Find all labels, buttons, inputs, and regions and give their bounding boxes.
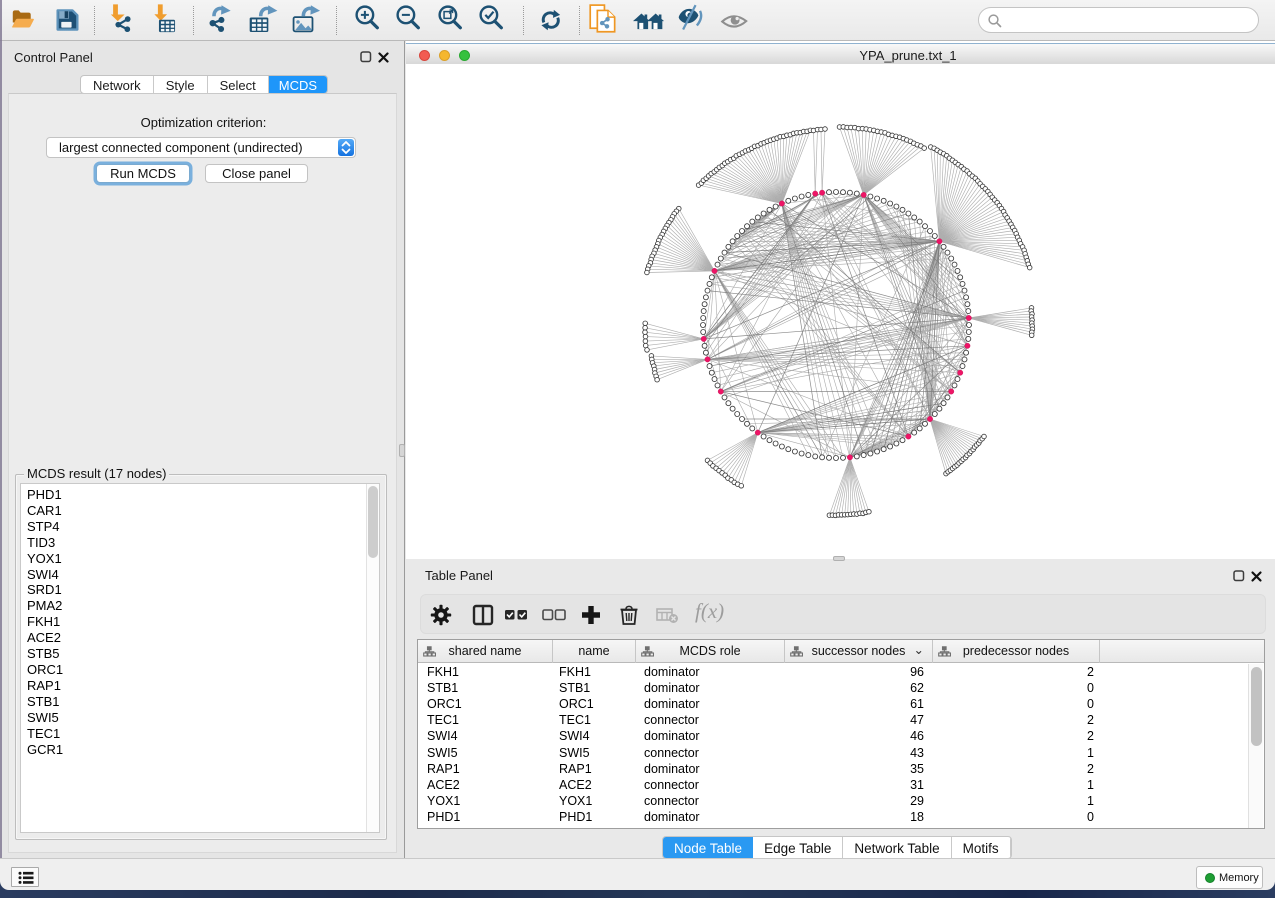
svg-text:f(x): f(x) [695,600,724,623]
